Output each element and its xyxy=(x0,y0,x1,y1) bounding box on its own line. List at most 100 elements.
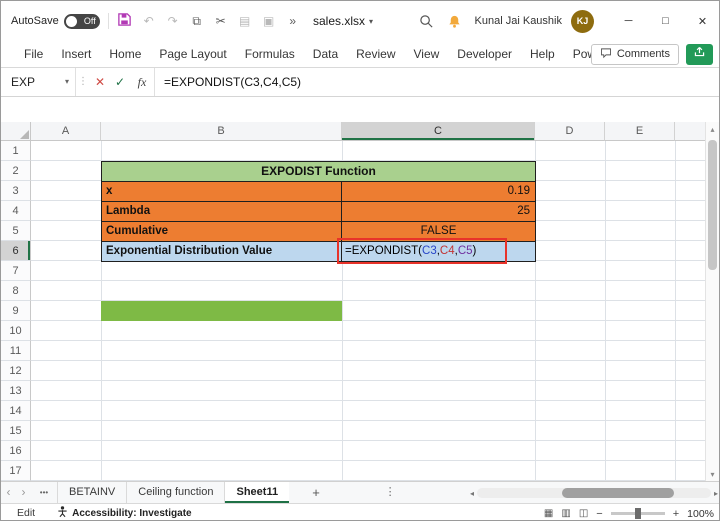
cell-b9-green-fill[interactable] xyxy=(101,301,342,321)
scroll-down-icon[interactable]: ▾ xyxy=(706,470,719,479)
name-box-chevron-icon[interactable]: ▾ xyxy=(65,68,69,96)
tab-view[interactable]: View xyxy=(405,41,449,67)
row-header-13[interactable]: 13 xyxy=(1,381,31,401)
insert-function-button[interactable]: fx xyxy=(130,68,154,96)
row-header-1[interactable]: 1 xyxy=(1,141,31,161)
cell-c4-value[interactable]: 25 xyxy=(341,201,536,222)
tab-file[interactable]: File xyxy=(15,41,52,67)
page-break-view-icon[interactable]: ◫ xyxy=(579,508,588,519)
cell-b2-table-title[interactable]: EXPODIST Function xyxy=(101,161,536,182)
scroll-right-icon[interactable]: ▸ xyxy=(714,489,718,498)
maximize-button[interactable]: □ xyxy=(647,1,684,41)
sheet-tab-sheet11[interactable]: Sheet11 xyxy=(224,482,290,503)
row-header-14[interactable]: 14 xyxy=(1,401,31,421)
paste-icon[interactable]: ▤ xyxy=(237,14,253,28)
zoom-level[interactable]: 100% xyxy=(687,508,714,520)
worksheet-grid[interactable]: EXPODIST Function x 0.19 Lambda 25 Cumul… xyxy=(31,141,707,481)
save-icon[interactable] xyxy=(117,12,133,30)
scroll-up-icon[interactable]: ▴ xyxy=(706,122,719,138)
avatar[interactable]: KJ xyxy=(571,9,594,33)
cell-c3-value[interactable]: 0.19 xyxy=(341,181,536,202)
confirm-entry-button[interactable]: ✓ xyxy=(110,68,130,96)
close-button[interactable]: ✕ xyxy=(684,1,719,41)
formula-input[interactable]: =EXPONDIST(C3,C4,C5) xyxy=(155,68,719,96)
zoom-out-button[interactable]: − xyxy=(596,508,602,520)
tab-data[interactable]: Data xyxy=(304,41,347,67)
minimize-button[interactable]: ─ xyxy=(610,1,647,41)
page-layout-view-icon[interactable]: ▥ xyxy=(561,508,570,519)
comments-button[interactable]: Comments xyxy=(590,43,679,65)
horizontal-scroll-track[interactable] xyxy=(476,488,711,498)
undo-icon[interactable]: ↶ xyxy=(141,14,157,28)
quick-access-overflow-icon[interactable]: » xyxy=(285,14,301,28)
horizontal-scrollbar[interactable]: ◂ ▸ xyxy=(470,482,718,504)
tab-insert[interactable]: Insert xyxy=(52,41,100,67)
add-sheet-button[interactable]: + xyxy=(305,482,327,503)
row-header-12[interactable]: 12 xyxy=(1,361,31,381)
row-header-4[interactable]: 4 xyxy=(1,201,31,221)
cell-b6-label-result[interactable]: Exponential Distribution Value xyxy=(101,241,343,262)
sheet-tabs-overflow[interactable]: ••• xyxy=(31,482,57,503)
tab-developer[interactable]: Developer xyxy=(448,41,521,67)
accessibility-checker[interactable]: Accessibility: Investigate xyxy=(57,505,192,520)
column-header-a[interactable]: A xyxy=(31,122,101,141)
vertical-scroll-thumb[interactable] xyxy=(708,140,717,270)
sheet-nav-left-icon[interactable]: ‹ xyxy=(1,482,16,503)
autosave-toggle[interactable]: AutoSave Off xyxy=(11,13,100,29)
horizontal-scroll-thumb[interactable] xyxy=(561,488,674,498)
cell-b5-label-cumulative[interactable]: Cumulative xyxy=(101,221,343,242)
tab-help[interactable]: Help xyxy=(521,41,564,67)
cancel-entry-button[interactable]: ✕ xyxy=(90,68,110,96)
cell-b3-label-x[interactable]: x xyxy=(101,181,343,202)
copy-icon[interactable]: ⧉ xyxy=(189,14,205,29)
sheet-tab-ceiling-function[interactable]: Ceiling function xyxy=(126,482,224,503)
row-header-9[interactable]: 9 xyxy=(1,301,31,321)
cell-c5-value[interactable]: FALSE xyxy=(341,221,536,242)
vertical-scrollbar[interactable]: ▴ ▾ xyxy=(705,122,719,481)
row-header-3[interactable]: 3 xyxy=(1,181,31,201)
format-painter-icon[interactable]: ▣ xyxy=(261,14,277,28)
zoom-slider[interactable] xyxy=(610,508,665,519)
name-box-value: EXP xyxy=(11,75,36,89)
row-header-11[interactable]: 11 xyxy=(1,341,31,361)
cell-c6-formula[interactable]: =EXPONDIST(C3,C4,C5) xyxy=(341,241,536,262)
sheet-nav-right-icon[interactable]: › xyxy=(16,482,31,503)
name-box[interactable]: EXP ▾ xyxy=(1,68,75,96)
redo-icon[interactable]: ↷ xyxy=(165,14,181,28)
normal-view-icon[interactable]: ▦ xyxy=(544,508,553,519)
zoom-slider-thumb[interactable] xyxy=(634,508,641,519)
cell-b4-label-lambda[interactable]: Lambda xyxy=(101,201,343,222)
tab-home[interactable]: Home xyxy=(100,41,150,67)
formula-bar-handle-icon[interactable]: ⋮ xyxy=(76,68,90,96)
sheet-bar-menu-icon[interactable]: ⋮ xyxy=(383,482,397,503)
user-name[interactable]: Kunal Jai Kaushik xyxy=(475,15,562,27)
zoom-in-button[interactable]: + xyxy=(673,508,679,520)
tab-page-layout[interactable]: Page Layout xyxy=(150,41,235,67)
row-header-7[interactable]: 7 xyxy=(1,261,31,281)
row-header-5[interactable]: 5 xyxy=(1,221,31,241)
column-header-d[interactable]: D xyxy=(535,122,605,141)
row-header-17[interactable]: 17 xyxy=(1,461,31,481)
search-icon[interactable] xyxy=(419,14,434,29)
formula-ref-c5: C5 xyxy=(457,245,473,257)
select-all-corner[interactable] xyxy=(1,122,31,141)
autosave-pill[interactable]: Off xyxy=(63,13,100,29)
cell-mode-indicator: Edit xyxy=(17,507,36,519)
row-header-6[interactable]: 6 xyxy=(1,241,31,261)
column-header-e[interactable]: E xyxy=(605,122,675,141)
share-button[interactable] xyxy=(686,43,713,65)
row-header-10[interactable]: 10 xyxy=(1,321,31,341)
document-title[interactable]: sales.xlsx ▾ xyxy=(313,1,373,41)
notifications-bell-icon[interactable] xyxy=(447,14,462,29)
sheet-tab-betainv[interactable]: BETAINV xyxy=(57,482,126,503)
row-header-8[interactable]: 8 xyxy=(1,281,31,301)
row-header-2[interactable]: 2 xyxy=(1,161,31,181)
tab-formulas[interactable]: Formulas xyxy=(236,41,304,67)
row-header-15[interactable]: 15 xyxy=(1,421,31,441)
row-header-16[interactable]: 16 xyxy=(1,441,31,461)
column-header-b[interactable]: B xyxy=(101,122,342,141)
cut-icon[interactable]: ✂ xyxy=(213,14,229,28)
tab-review[interactable]: Review xyxy=(347,41,404,67)
scroll-left-icon[interactable]: ◂ xyxy=(470,489,474,498)
column-header-c[interactable]: C xyxy=(342,122,535,141)
